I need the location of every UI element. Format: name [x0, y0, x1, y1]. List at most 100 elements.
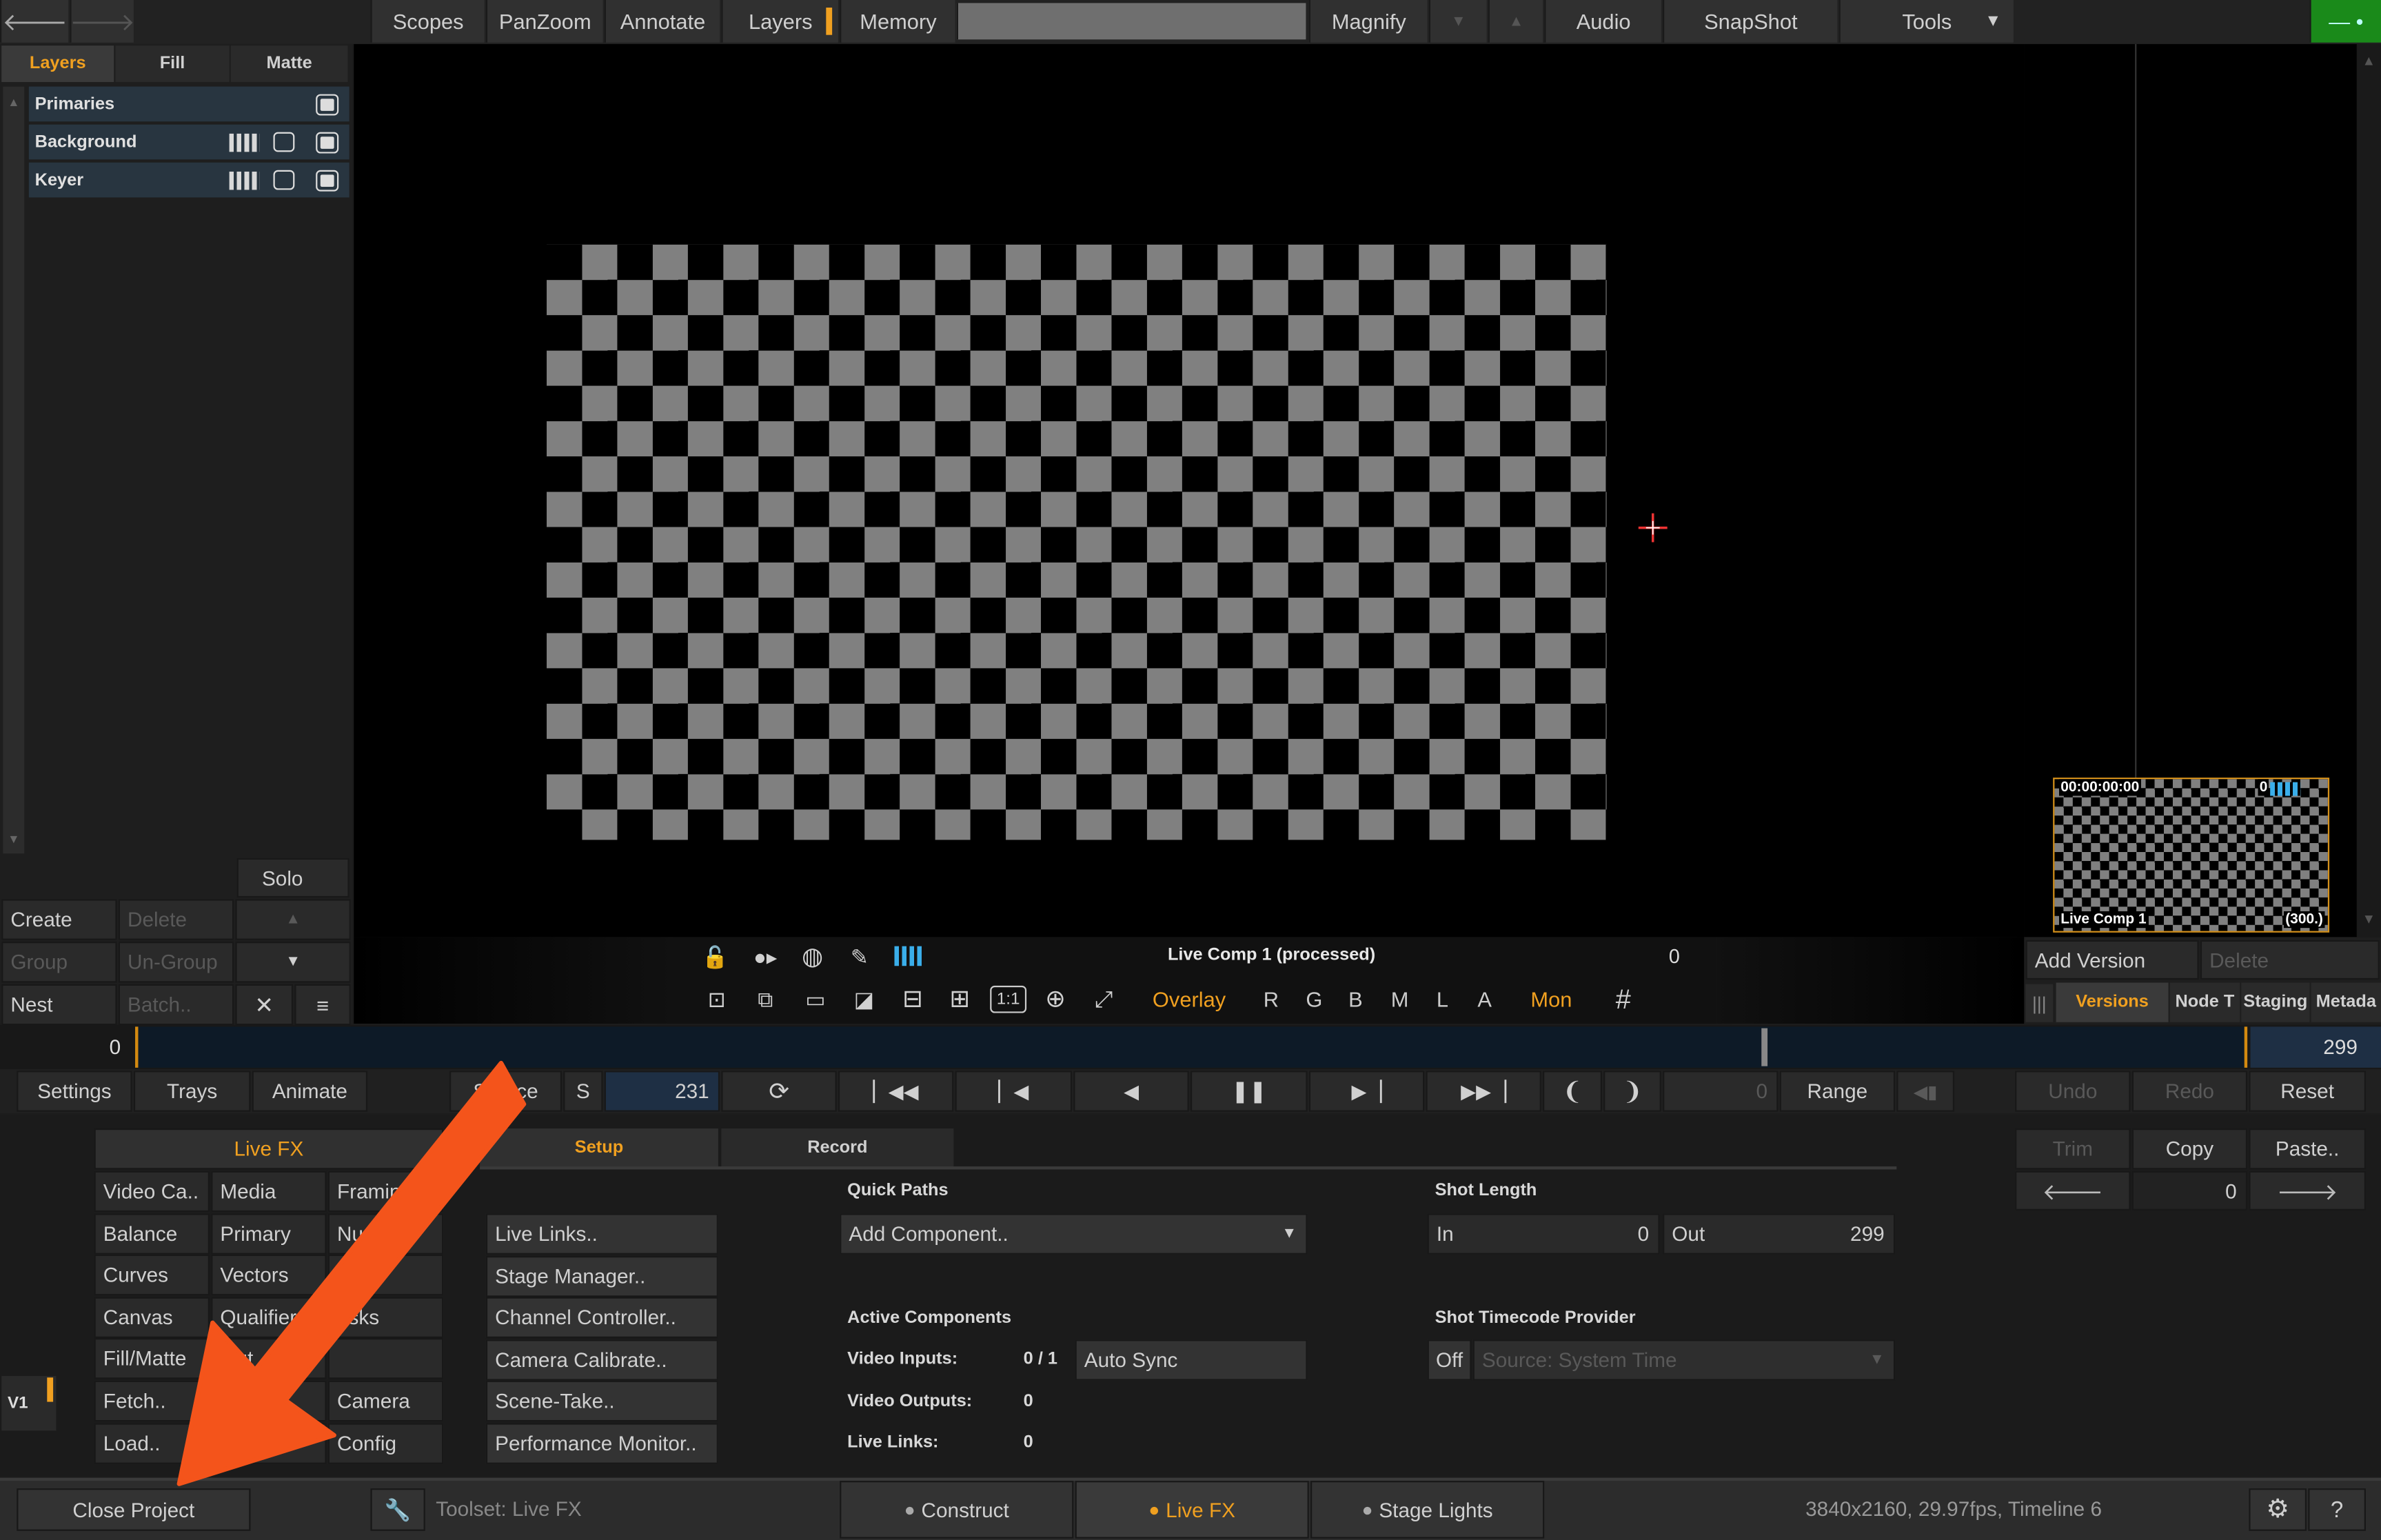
setup-menu-button[interactable]: Channel Controller.. [485, 1297, 718, 1339]
go-start-button[interactable]: ▏◀◀ [838, 1071, 954, 1112]
grid-icon[interactable]: # [1607, 982, 1640, 1015]
overlay-button[interactable]: Overlay [1153, 987, 1226, 1011]
trays-button[interactable]: Trays [133, 1071, 251, 1112]
livefx-menu-item[interactable]: Curves [94, 1255, 210, 1296]
timeline-end-field[interactable] [2250, 1026, 2381, 1068]
livefx-menu-item[interactable]: Framing [327, 1171, 444, 1213]
tab-staging[interactable]: Staging [2241, 982, 2310, 1022]
help-button[interactable]: ? [2308, 1488, 2366, 1531]
settings-gear-button[interactable]: ⚙ [2249, 1488, 2307, 1531]
timecode-off-button[interactable]: Off [1427, 1339, 1472, 1381]
down-button[interactable]: ▼ [1428, 0, 1487, 43]
livefx-menu-item[interactable]: Camera [327, 1380, 444, 1422]
trim-button[interactable]: Trim [2015, 1128, 2131, 1170]
livefx-menu-item[interactable]: Load.. [94, 1422, 210, 1463]
setup-menu-button[interactable]: Performance Monitor.. [485, 1423, 718, 1464]
add-version-button[interactable]: Add Version [2025, 940, 2199, 980]
timeline-playhead[interactable] [1761, 1028, 1768, 1066]
livefx-menu-title[interactable]: Live FX [94, 1128, 444, 1170]
tab-layers[interactable]: Layers [1, 45, 114, 82]
globe-icon[interactable]: ◍ [797, 942, 827, 972]
settings-button[interactable]: Settings [17, 1071, 132, 1112]
nudge-left-button[interactable]: 🡐 [2015, 1171, 2131, 1210]
channel-r-button[interactable]: R [1264, 987, 1279, 1011]
back-button[interactable]: 🡐 [0, 0, 69, 43]
up-button[interactable]: ▲ [1488, 0, 1543, 43]
copy-button[interactable]: Copy [2131, 1128, 2248, 1170]
zoom-out-icon[interactable]: ⊟ [896, 984, 929, 1015]
setup-menu-button[interactable]: Live Links.. [485, 1213, 718, 1255]
record-play-icon[interactable]: ●▸ [749, 942, 782, 972]
tab-record[interactable]: Record [721, 1128, 954, 1167]
layer-row-keyer[interactable]: Keyer [28, 162, 349, 198]
livefx-menu-item[interactable]: Media [211, 1171, 327, 1213]
tab-setup[interactable]: Setup [480, 1128, 718, 1167]
go-end-button[interactable]: ▶▶▕ [1426, 1071, 1541, 1112]
out-frame-field[interactable]: 0 [1663, 1071, 1779, 1112]
annotate-button[interactable]: Annotate [604, 0, 720, 43]
out-field[interactable]: Out 299 [1663, 1213, 1896, 1255]
page-livefx[interactable]: ● Live FX [1075, 1481, 1309, 1539]
paste-button[interactable]: Paste.. [2249, 1128, 2366, 1170]
batch-button[interactable]: Batch.. [118, 984, 234, 1026]
channel-m-button[interactable]: M [1391, 987, 1409, 1011]
range-button[interactable]: Range [1779, 1071, 1896, 1112]
delete-button[interactable]: Delete [118, 899, 234, 940]
setup-menu-button[interactable]: Camera Calibrate.. [485, 1339, 718, 1381]
pencil-icon[interactable]: ✎ [846, 942, 873, 972]
list-menu-button[interactable]: ≡ [294, 984, 351, 1026]
auto-sync-button[interactable]: Auto Sync [1075, 1339, 1308, 1381]
scroll-down-icon[interactable]: ▼ [3, 828, 24, 849]
scroll-up-icon[interactable]: ▲ [2357, 50, 2381, 72]
livefx-menu-item[interactable] [211, 1380, 327, 1422]
layer-visible-icon[interactable] [316, 94, 339, 116]
animate-button[interactable]: Animate [252, 1071, 368, 1112]
loop-button[interactable]: ⟳ [721, 1071, 837, 1112]
create-button[interactable]: Create [1, 899, 117, 940]
nest-button[interactable]: Nest [1, 984, 117, 1026]
livefx-menu-item[interactable]: Config [327, 1422, 444, 1463]
magnify-button[interactable]: Magnify [1308, 0, 1428, 43]
close-project-button[interactable]: Close Project [17, 1488, 251, 1531]
livefx-menu-item[interactable]: Balance [94, 1213, 210, 1254]
livefx-menu-item[interactable] [211, 1422, 327, 1463]
layer-row-primaries[interactable]: Primaries [28, 86, 349, 122]
tab-matte[interactable]: Matte [230, 45, 348, 82]
step-forward-button[interactable]: ▶▕ [1308, 1071, 1425, 1112]
remove-button[interactable]: ✕ [235, 984, 294, 1026]
audio-mute-button[interactable]: ◀▮ [1896, 1071, 1955, 1112]
layer-visible-icon[interactable] [316, 170, 339, 192]
scroll-up-icon[interactable]: ▲ [3, 91, 24, 112]
channel-g-button[interactable]: G [1306, 987, 1322, 1011]
livefx-menu-item[interactable]: Nu [327, 1213, 444, 1254]
livefx-menu-item[interactable]: asks [327, 1297, 444, 1338]
nudge-right-button[interactable]: 🡒 [2249, 1171, 2366, 1210]
timecode-source-dropdown[interactable]: Source: System Time ▼ [1472, 1339, 1896, 1381]
page-stagelights[interactable]: ● Stage Lights [1310, 1481, 1545, 1539]
livefx-menu-item[interactable]: Fetch.. [94, 1380, 210, 1422]
source-button[interactable]: Source [449, 1071, 563, 1112]
zoom-in-icon[interactable]: ⊞ [943, 984, 976, 1015]
livefx-menu-item[interactable] [327, 1338, 444, 1380]
memory-button[interactable]: Memory [840, 0, 955, 43]
pause-button[interactable]: ❚❚ [1190, 1071, 1308, 1112]
livefx-menu-item[interactable]: Canvas [94, 1297, 210, 1338]
lock-icon[interactable]: 🔓 [702, 942, 729, 972]
livefx-menu-item[interactable]: Out [211, 1338, 327, 1380]
wipe-icon[interactable]: ◪ [844, 984, 884, 1015]
solo-button[interactable]: Solo [236, 858, 349, 898]
channel-bars-icon[interactable] [229, 171, 260, 190]
mark-out-button[interactable]: ❩ [1603, 1071, 1661, 1112]
channel-bars-icon[interactable] [229, 133, 260, 152]
livefx-menu-item[interactable]: Video Ca.. [94, 1171, 210, 1213]
tab-fill[interactable]: Fill [115, 45, 230, 82]
ungroup-button[interactable]: Un-Group [118, 941, 234, 983]
compare-icon[interactable]: ▭ [796, 984, 835, 1015]
layer-list-scrollbar[interactable] [3, 86, 25, 854]
tab-node[interactable]: Node T [2169, 982, 2240, 1022]
move-down-button[interactable]: ▼ [235, 941, 351, 983]
panzoom-button[interactable]: PanZoom [485, 0, 603, 43]
step-back-button[interactable]: ▏◀ [955, 1071, 1073, 1112]
undo-button[interactable]: Undo [2015, 1071, 2131, 1112]
reset-button[interactable]: Reset [2249, 1071, 2366, 1112]
